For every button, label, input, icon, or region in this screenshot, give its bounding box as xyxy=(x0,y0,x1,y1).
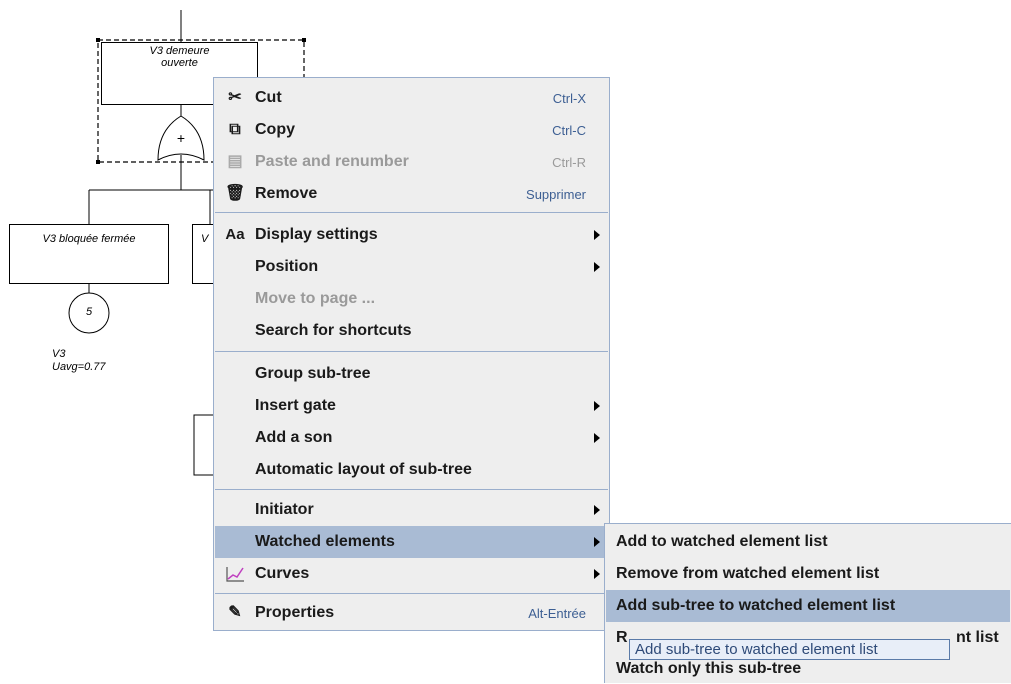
menu-item-label: Position xyxy=(255,258,319,275)
event-note-name: V3 xyxy=(52,348,66,360)
submenu-arrow-icon xyxy=(594,569,600,579)
menu-item-position[interactable]: Position xyxy=(215,251,608,283)
submenu-arrow-icon xyxy=(594,401,600,411)
menu-item-paste-renumber[interactable]: ▤ Paste and renumber Ctrl-R xyxy=(215,146,608,178)
context-menu: ✂ Cut Ctrl-X ⧉ Copy Ctrl-C ▤ Paste and r… xyxy=(213,77,610,631)
menu-separator xyxy=(215,351,608,352)
menu-item-label: Display settings xyxy=(255,226,378,243)
menu-item-label: Insert gate xyxy=(255,397,336,414)
menu-item-label: Remove from watched element list xyxy=(616,565,880,582)
event-number: 5 xyxy=(85,306,93,318)
menu-item-label: Add a son xyxy=(255,429,333,446)
properties-icon: ✎ xyxy=(228,604,242,621)
menu-item-group-subtree[interactable]: Group sub-tree xyxy=(215,358,608,390)
menu-item-label: Search for shortcuts xyxy=(255,322,412,339)
menu-item-label: Initiator xyxy=(255,501,314,518)
menu-item-move-to-page[interactable]: Move to page ... xyxy=(215,283,608,315)
shortcut-label: Alt-Entrée xyxy=(528,606,586,621)
menu-separator xyxy=(215,593,608,594)
menu-item-label-start: R xyxy=(616,629,628,646)
menu-item-curves[interactable]: Curves xyxy=(215,558,608,590)
menu-item-search-shortcuts[interactable]: Search for shortcuts xyxy=(215,315,608,347)
menu-item-label-end: nt list xyxy=(956,629,999,646)
font-icon: Aa xyxy=(225,226,245,243)
scissors-icon: ✂ xyxy=(228,89,242,106)
menu-item-initiator[interactable]: Initiator xyxy=(215,494,608,526)
menu-item-watched-elements[interactable]: Watched elements xyxy=(215,526,608,558)
submenu-arrow-icon xyxy=(594,262,600,272)
menu-item-properties[interactable]: ✎ Properties Alt-Entrée xyxy=(215,597,608,629)
menu-separator xyxy=(215,212,608,213)
trash-icon: 🗑 xyxy=(225,185,246,202)
menu-item-label: Move to page ... xyxy=(255,290,376,307)
menu-item-label: Watch only this sub-tree xyxy=(616,660,802,677)
submenu-arrow-icon xyxy=(594,433,600,443)
copy-icon: ⧉ xyxy=(229,121,241,138)
left-event-label: V3 bloquée fermée xyxy=(42,233,136,245)
paste-icon: ▤ xyxy=(227,153,243,170)
menu-item-cut[interactable]: ✂ Cut Ctrl-X xyxy=(215,82,608,114)
event-note: V3 Uavg=0.77 xyxy=(52,348,106,374)
tooltip: Add sub-tree to watched element list xyxy=(629,639,950,660)
menu-item-label: Automatic layout of sub-tree xyxy=(255,461,472,478)
submenu-arrow-icon xyxy=(594,505,600,515)
menu-item-add-son[interactable]: Add a son xyxy=(215,422,608,454)
chart-icon xyxy=(225,565,245,583)
shortcut-label: Ctrl-R xyxy=(552,155,586,170)
menu-item-label: Curves xyxy=(255,565,310,582)
menu-item-remove[interactable]: 🗑 Remove Supprimer xyxy=(215,178,608,210)
gate-symbol: + xyxy=(176,130,186,146)
menu-item-display-settings[interactable]: Aa Display settings xyxy=(215,219,608,251)
menu-item-label: Add to watched element list xyxy=(616,533,828,550)
submenu-item-add-subtree-watched[interactable]: Add sub-tree to watched element list xyxy=(606,590,1010,622)
shortcut-label: Ctrl-C xyxy=(552,123,586,138)
event-note-value: Uavg=0.77 xyxy=(52,361,106,373)
shortcut-label: Ctrl-X xyxy=(552,91,586,106)
menu-separator xyxy=(215,489,608,490)
top-event-label: V3 demeure ouverte xyxy=(149,45,210,69)
menu-item-insert-gate[interactable]: Insert gate xyxy=(215,390,608,422)
submenu-arrow-icon xyxy=(594,230,600,240)
menu-item-label: Group sub-tree xyxy=(255,365,371,382)
menu-item-label: Cut xyxy=(255,89,282,106)
menu-item-label: Paste and renumber xyxy=(255,153,409,170)
left-event-node[interactable]: V3 bloquée fermée xyxy=(9,224,169,284)
menu-item-label: Add sub-tree to watched element list xyxy=(616,597,896,614)
menu-item-automatic-layout[interactable]: Automatic layout of sub-tree xyxy=(215,454,608,486)
submenu-arrow-icon xyxy=(594,537,600,547)
menu-item-label: Copy xyxy=(255,121,295,138)
menu-item-label: Watched elements xyxy=(255,533,395,550)
menu-item-label: Properties xyxy=(255,604,335,621)
menu-item-copy[interactable]: ⧉ Copy Ctrl-C xyxy=(215,114,608,146)
submenu-item-add-to-watched[interactable]: Add to watched element list xyxy=(606,526,1010,558)
submenu-item-remove-from-watched[interactable]: Remove from watched element list xyxy=(606,558,1010,590)
shortcut-label: Supprimer xyxy=(526,187,586,202)
menu-item-label: Remove xyxy=(255,185,318,202)
